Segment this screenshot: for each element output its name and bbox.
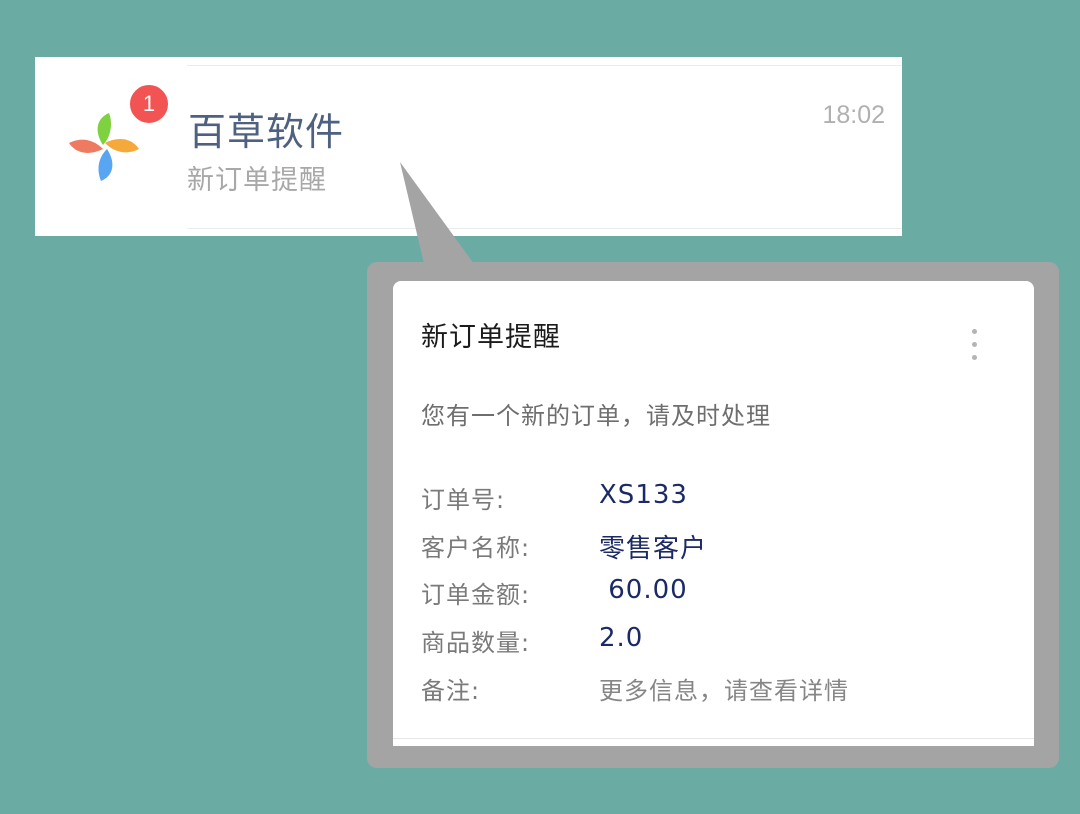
unread-badge: 1 bbox=[128, 83, 170, 125]
divider bbox=[393, 738, 1034, 739]
chat-time: 18:02 bbox=[822, 101, 885, 129]
chat-list-item[interactable]: 1 百草软件 新订单提醒 18:02 bbox=[35, 57, 902, 236]
field-customer-name: 客户名称: 零售客户 bbox=[421, 528, 1011, 564]
pinwheel-logo-icon bbox=[69, 113, 139, 181]
field-order-number: 订单号: XS133 bbox=[421, 480, 1011, 514]
field-label: 商品数量: bbox=[421, 629, 531, 657]
field-value[interactable]: 更多信息，请查看详情 bbox=[599, 671, 849, 706]
field-value: 零售客户 bbox=[599, 534, 708, 564]
field-value: 2.0 bbox=[599, 623, 644, 653]
card-title: 新订单提醒 bbox=[421, 322, 561, 353]
field-remark: 备注: 更多信息，请查看详情 bbox=[421, 671, 1011, 705]
field-item-quantity: 商品数量: 2.0 bbox=[421, 623, 1011, 657]
field-label: 客户名称: bbox=[421, 534, 531, 562]
chat-name: 百草软件 bbox=[188, 110, 345, 154]
chat-preview: 新订单提醒 bbox=[187, 165, 327, 196]
field-label: 订单号: bbox=[421, 486, 506, 514]
divider bbox=[187, 65, 902, 66]
field-value: XS133 bbox=[599, 480, 688, 510]
field-order-amount: 订单金额: 60.00 bbox=[421, 575, 1011, 609]
notification-card[interactable]: 新订单提醒 您有一个新的订单，请及时处理 订单号: XS133 客户名称: 零售… bbox=[393, 281, 1034, 746]
field-label: 备注: bbox=[421, 677, 481, 705]
card-message: 您有一个新的订单，请及时处理 bbox=[421, 402, 771, 430]
field-value: 60.00 bbox=[599, 575, 688, 605]
more-options-icon[interactable] bbox=[964, 325, 984, 365]
field-label: 订单金额: bbox=[421, 581, 531, 609]
divider bbox=[187, 228, 902, 229]
